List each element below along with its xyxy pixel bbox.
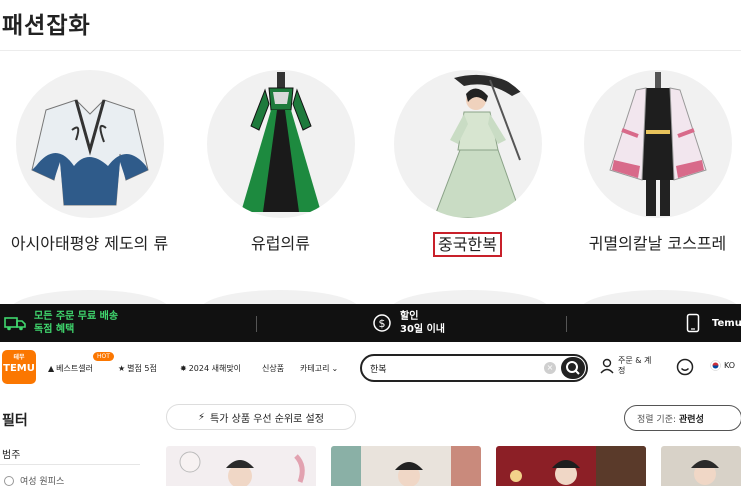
next-row-preview [580, 290, 740, 304]
nav-five-star[interactable]: ★ 별점 5점 [118, 363, 157, 374]
shipping-promo-line1: 모든 주문 무료 배송 [34, 311, 119, 322]
svg-text:$: $ [379, 317, 386, 330]
chinese-hanbok-image [393, 70, 542, 218]
category-label: 유럽의류 [251, 234, 310, 253]
fashion-category-panel: 패션잡화 아시아태평양 제도의 류 유럽의류 중국한복 귀멸의칼날 코스프레 [0, 0, 741, 304]
discount-promo-line1: 할인 [400, 311, 419, 322]
filter-title: 필터 [2, 413, 28, 429]
filter-category-heading: 범주 [2, 450, 21, 461]
demon-slayer-cosplay-image [583, 70, 732, 218]
category-label: 귀멸의칼날 코스프레 [588, 234, 727, 253]
next-row-preview [10, 290, 170, 304]
filter-option-women-dress[interactable]: 여성 원피스 [4, 474, 64, 486]
clear-search-icon[interactable]: × [544, 362, 556, 374]
nav-new-items-label: 신상품 [262, 364, 285, 373]
priority-deals-toggle[interactable]: ⚡ 특가 상품 우선 순위로 설정 [166, 404, 356, 430]
user-icon [600, 358, 614, 374]
shipping-promo-line2: 독점 혜택 [34, 324, 75, 335]
lightning-icon: ⚡ [198, 411, 206, 423]
star-icon: ★ [118, 364, 126, 373]
logo-tiny-text: 테무 [13, 354, 25, 361]
divider [0, 50, 741, 51]
product-image [661, 446, 741, 486]
category-item-demon-slayer-cosplay[interactable]: 귀멸의칼날 코스프레 [570, 70, 741, 255]
filter-option-label: 여성 원피스 [20, 477, 65, 486]
app-promo-label: Temu [712, 317, 741, 329]
promo-bar: 모든 주문 무료 배송 독점 혜택 $ 할인 30일 이내 Temu [0, 304, 741, 342]
product-card[interactable] [166, 446, 316, 486]
category-item-asia-pacific[interactable]: 아시아태평양 제도의 류 [2, 70, 177, 255]
nav-categories[interactable]: 카테고리 ⌄ [300, 363, 338, 374]
nav-new-year[interactable]: ✸ 2024 새해맞이 [180, 363, 241, 374]
product-image [331, 446, 481, 486]
free-shipping-promo[interactable]: 모든 주문 무료 배송 독점 혜택 [4, 304, 118, 342]
nav-categories-label: 카테고리 [300, 364, 330, 373]
priority-deals-label: 특가 상품 우선 순위로 설정 [210, 413, 324, 425]
next-row-preview [390, 290, 550, 304]
thumbs-up-icon: ▲ [48, 364, 55, 373]
search-input[interactable] [370, 361, 540, 375]
product-image [496, 446, 646, 486]
divider [256, 316, 257, 332]
dollar-coin-icon: $ [373, 314, 391, 332]
orders-account[interactable]: 주문 & 계정 [600, 356, 658, 376]
korea-flag-icon [710, 360, 721, 371]
divider [566, 316, 567, 332]
search-button[interactable] [561, 357, 585, 379]
sort-dropdown[interactable]: 정렬 기준: 관련성 [624, 405, 741, 431]
category-label: 아시아태평양 제도의 류 [10, 234, 169, 253]
chevron-down-icon: ⌄ [331, 364, 339, 373]
asia-pacific-clothing-image [15, 70, 164, 218]
next-row-preview [200, 290, 360, 304]
logo-text: TEMU [3, 363, 35, 374]
product-card[interactable] [496, 446, 646, 486]
phone-icon [686, 313, 700, 333]
nav-bestsellers-label: 베스트셀러 [56, 364, 93, 373]
divider [0, 464, 140, 465]
support-button[interactable] [676, 358, 694, 379]
nav-five-star-label: 별점 5점 [127, 364, 157, 373]
hot-badge: HOT [93, 352, 114, 361]
european-clothing-image [206, 70, 355, 218]
app-promo[interactable]: Temu [686, 304, 741, 342]
sort-value: 관련성 [679, 414, 704, 425]
search-bar: × [360, 354, 588, 382]
product-image [166, 446, 316, 486]
search-icon [566, 361, 580, 375]
category-label-highlighted: 중국한복 [433, 232, 502, 257]
sort-label: 정렬 기준: [637, 414, 677, 425]
orders-account-label: 주문 & 계정 [618, 356, 652, 375]
nav-new-items[interactable]: 신상품 [262, 363, 284, 374]
smiley-icon [676, 358, 694, 376]
product-card[interactable] [661, 446, 741, 486]
temu-search-panel: 모든 주문 무료 배송 독점 혜택 $ 할인 30일 이내 Temu 테무 TE… [0, 304, 741, 486]
radio-button[interactable] [4, 475, 14, 486]
truck-icon [4, 317, 26, 331]
discount-promo-line2: 30일 이내 [400, 324, 445, 335]
main-nav: 테무 TEMU ▲ 베스트셀러 HOT ★ 별점 5점 ✸ 2024 새해맞이 … [0, 342, 741, 396]
nav-new-year-label: 2024 새해맞이 [188, 364, 242, 373]
category-title: 패션잡화 [2, 13, 91, 39]
nav-bestsellers[interactable]: ▲ 베스트셀러 [48, 363, 93, 374]
temu-logo[interactable]: 테무 TEMU [2, 350, 36, 384]
discount-promo[interactable]: $ 할인 30일 이내 [372, 304, 445, 342]
language-label: KO [724, 360, 736, 370]
firework-icon: ✸ [180, 364, 187, 373]
category-item-chinese-hanbok[interactable]: 중국한복 [380, 70, 555, 257]
language-selector[interactable]: KO [710, 360, 735, 371]
category-item-european[interactable]: 유럽의류 [193, 70, 368, 255]
product-card[interactable] [331, 446, 481, 486]
